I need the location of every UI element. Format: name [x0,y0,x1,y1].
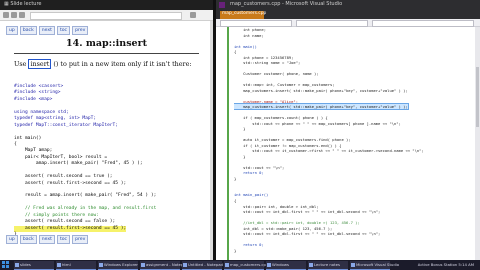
taskbar-item[interactable]: html [56,261,96,270]
tab-map-customers[interactable]: map_customers.cpp [220,11,267,19]
nav-bottom-back-button[interactable]: back [19,235,37,244]
function-dropdown[interactable] [372,20,474,27]
editor-scrollbar[interactable] [475,27,480,260]
nav-bottom-prev-button[interactable]: prev [72,235,89,244]
visual-studio-logo-icon [219,2,225,8]
ide-titlebar: map_customers.cpp - Microsoft Visual Stu… [216,0,480,10]
nav-top-up-button[interactable]: up [6,26,18,35]
taskbar-item[interactable]: assignment - Notepad [140,261,188,270]
taskbar-item[interactable]: Windows Explorer [98,261,138,270]
windows-start-icon[interactable] [2,261,10,269]
taskbar-item-label: Lecture notes [314,262,340,267]
ide-window: map_customers.cpp - Microsoft Visual Stu… [216,0,480,260]
code-editor[interactable]: int phone; int name; int main(){ int phon… [234,27,472,260]
system-tray[interactable]: Active Bonus Station 5:14 AM [400,261,478,269]
menu-icon[interactable] [190,12,196,18]
browser-titlebar: ▦ Slide lecture [0,0,213,10]
app-icon [57,263,61,267]
editor-code-line[interactable]: } [234,248,472,254]
browser-toolbar [0,10,213,21]
slide-code-block: #include <cassert> #include <string> #incl… [14,84,209,239]
taskbar-item[interactable]: Lecture notes [308,261,348,270]
ide-tab-strip: map_customers.cpp [216,10,480,19]
forward-arrow-icon[interactable] [11,12,17,18]
desc-text-after: () to put in a new item only if it isn't… [51,60,192,68]
taskbar-item-label: slides [20,262,31,267]
scrollbar-thumb[interactable] [476,67,479,127]
nav-top-next-button[interactable]: next [38,26,55,35]
app-icon [99,263,103,267]
app-icon [309,263,313,267]
ide-title: map_customers.cpp - Microsoft Visual Stu… [230,1,343,7]
desc-highlight-insert: insert [28,59,52,69]
browser-window: ▦ Slide lecture up back next toc prev 14. ma… [0,0,213,260]
ide-navigation-bar [216,19,480,27]
taskbar-item-label: Windows [272,262,289,267]
slide-description: Use insert () to put in a new item only … [14,59,209,69]
tray-clock: Active Bonus Station 5:14 AM [417,262,474,267]
nav-bottom-up-button[interactable]: up [6,235,18,244]
taskbar-item[interactable]: Microsoft Visual Studio [350,261,399,270]
desc-text-before: Use [14,60,29,68]
taskbar-item[interactable]: Untitled - Notepad [182,261,223,270]
highlighted-code-line: assert( result.first->second == 45 ); [14,225,127,233]
member-dropdown[interactable] [296,20,368,27]
taskbar-item-label: Untitled - Notepad [188,262,223,267]
app-icon [183,263,187,267]
change-indicator-bar [227,27,229,260]
app-icon [225,263,229,267]
taskbar-item-label: html [62,262,71,267]
selected-code-text[interactable]: map_customers.insert( std::make_pair( ph… [234,103,409,111]
taskbar-item[interactable]: slides [14,261,54,270]
scope-dropdown[interactable] [220,20,292,27]
nav-top-prev-button[interactable]: prev [72,26,89,35]
slide-nav-top: up back next toc prev [6,26,89,35]
refresh-icon[interactable] [19,12,25,18]
app-icon [351,263,355,267]
app-icon [267,263,271,267]
address-bar[interactable] [30,12,182,20]
browser-title: ▦ Slide lecture [4,1,42,7]
back-arrow-icon[interactable] [3,12,9,18]
slide-title: 14. map::insert [65,38,147,49]
nav-top-toc-button[interactable]: toc [56,26,71,35]
app-icon [15,263,19,267]
nav-top-back-button[interactable]: back [19,26,37,35]
tab-label: map_customers.cpp [222,11,267,16]
nav-bottom-toc-button[interactable]: toc [56,235,71,244]
slide-divider [14,53,199,54]
taskbar-item[interactable]: map_customers.cpp [224,261,268,270]
taskbar-item[interactable]: Windows [266,261,306,270]
taskbar-item-label: Microsoft Visual Studio [356,262,400,267]
nav-bottom-next-button[interactable]: next [38,235,55,244]
taskbar-item-label: Windows Explorer [104,262,138,267]
slide-nav-bottom: up back next toc prev [6,235,89,244]
taskbar: slides html Windows Explorer assignment - N… [0,260,480,270]
app-icon [141,263,145,267]
taskbar-item-label: map_customers.cpp [230,262,269,267]
